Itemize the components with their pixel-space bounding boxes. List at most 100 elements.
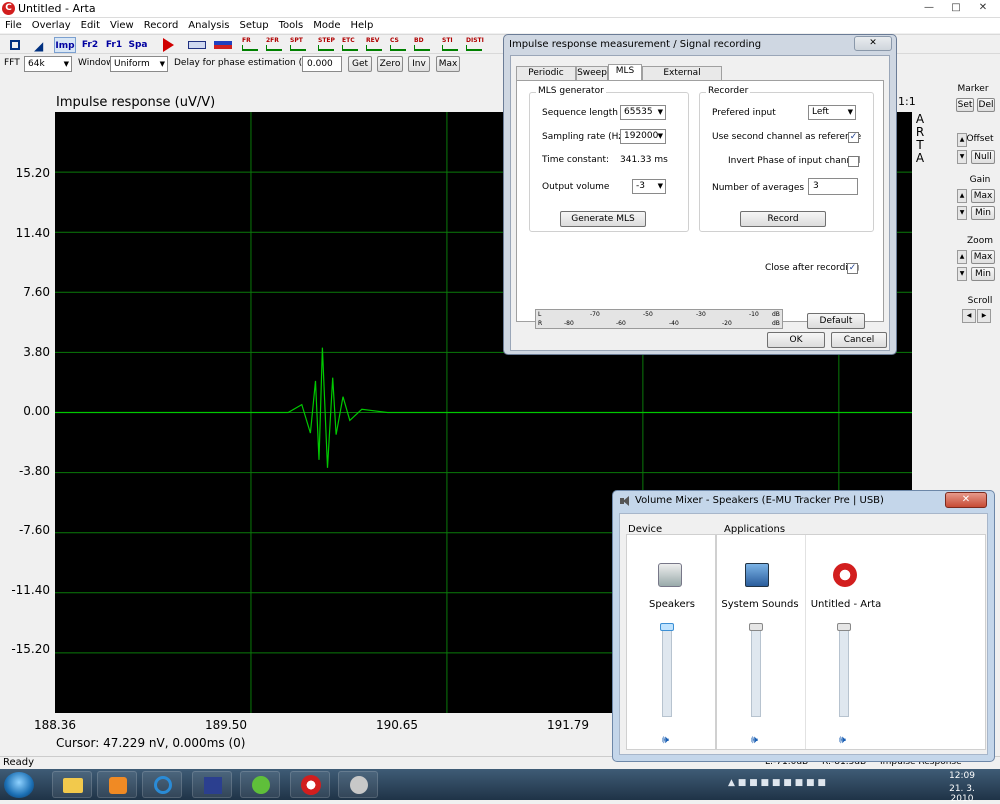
y-tick-label: -7.60 xyxy=(18,523,50,537)
scroll-left-icon[interactable]: ◀ xyxy=(962,309,976,323)
fr2-button[interactable]: Fr2 xyxy=(80,37,100,53)
marker-del-button[interactable]: Del xyxy=(977,98,995,112)
gain-max-button[interactable]: Max xyxy=(971,189,995,203)
etc-icon[interactable]: ETC xyxy=(340,37,360,53)
marker-set-button[interactable]: Set xyxy=(956,98,974,112)
offset-down-icon[interactable]: ▼ xyxy=(957,150,967,164)
fft-label: FFT xyxy=(4,58,20,68)
record-level-icon[interactable] xyxy=(212,37,234,53)
zoom-max-button[interactable]: Max xyxy=(971,250,995,264)
mixer-close-button[interactable]: ✕ xyxy=(945,492,987,508)
menu-analysis[interactable]: Analysis xyxy=(183,18,234,33)
ok-button[interactable]: OK xyxy=(767,332,825,348)
fr-icon[interactable]: FR xyxy=(240,37,260,53)
menu-tools[interactable]: Tools xyxy=(274,18,309,33)
zoom-min-button[interactable]: Min xyxy=(971,267,995,281)
start-button[interactable] xyxy=(4,772,34,798)
menu-help[interactable]: Help xyxy=(346,18,379,33)
tab-external-excitation[interactable]: External excitation xyxy=(642,66,722,91)
close-button[interactable]: ✕ xyxy=(970,0,996,17)
x-tick-label: 189.50 xyxy=(205,718,247,732)
gain-up-icon[interactable]: ▲ xyxy=(957,189,967,203)
inv-button[interactable]: Inv xyxy=(408,56,430,72)
offset-up-icon[interactable]: ▲ xyxy=(957,133,967,147)
zoom-down-icon[interactable]: ▼ xyxy=(957,267,967,281)
icq-icon[interactable] xyxy=(240,771,280,798)
output-volume-select[interactable]: -3 ▼ xyxy=(632,179,666,194)
second-channel-checkbox[interactable]: ✓ xyxy=(848,132,859,143)
maximize-button[interactable]: □ xyxy=(943,0,969,17)
explorer-icon[interactable] xyxy=(52,771,92,798)
get-button[interactable]: Get xyxy=(348,56,372,72)
spt-icon[interactable]: SPT xyxy=(288,37,308,53)
zoom-up-icon[interactable]: ▲ xyxy=(957,250,967,264)
arta-volume-thumb[interactable] xyxy=(837,623,851,631)
step-icon[interactable]: STEP xyxy=(316,37,336,53)
gain-min-button[interactable]: Min xyxy=(971,206,995,220)
fft-select[interactable]: 64k ▼ xyxy=(24,56,72,72)
menu-mode[interactable]: Mode xyxy=(308,18,345,33)
averages-input[interactable]: 3 xyxy=(808,178,858,195)
tab-periodic-noise[interactable]: Periodic Noise xyxy=(516,66,576,91)
meter-tick: -60 xyxy=(616,320,626,327)
speakers-volume-track[interactable] xyxy=(662,625,672,717)
sampling-rate-select[interactable]: 192000 ▼ xyxy=(620,129,666,144)
arta-volume-track[interactable] xyxy=(839,625,849,717)
null-button[interactable]: Null xyxy=(971,150,995,164)
fr1-button[interactable]: Fr1 xyxy=(104,37,124,53)
cursor-icon[interactable]: ◢ xyxy=(28,37,48,53)
dialog-close-button[interactable]: ✕ xyxy=(854,36,892,51)
invert-phase-checkbox[interactable] xyxy=(848,156,859,167)
arta-taskbar-icon[interactable] xyxy=(290,771,330,798)
tab-sweep[interactable]: Sweep xyxy=(576,66,608,80)
max-button[interactable]: Max xyxy=(436,56,460,72)
plot-title: Impulse response (uV/V) xyxy=(56,95,216,110)
system-sounds-volume-thumb[interactable] xyxy=(749,623,763,631)
clock-time[interactable]: 12:09 xyxy=(937,771,987,781)
gain-down-icon[interactable]: ▼ xyxy=(957,206,967,220)
close-after-recording-checkbox[interactable]: ✓ xyxy=(847,263,858,274)
zero-button[interactable]: Zero xyxy=(377,56,403,72)
clock-date[interactable]: 21. 3. 2010 xyxy=(937,784,987,804)
default-button[interactable]: Default xyxy=(807,313,865,329)
rev-icon[interactable]: REV xyxy=(364,37,384,53)
menu-file[interactable]: File xyxy=(0,18,27,33)
mute-icon[interactable]: 🕪 xyxy=(751,733,758,747)
internet-explorer-icon[interactable] xyxy=(142,771,182,798)
menu-overlay[interactable]: Overlay xyxy=(27,18,76,33)
2fr-icon[interactable]: 2FR xyxy=(264,37,284,53)
mute-icon[interactable]: 🕪 xyxy=(839,733,846,747)
cancel-button[interactable]: Cancel xyxy=(831,332,887,348)
arta-app-icon[interactable]: C xyxy=(2,2,15,15)
delay-input[interactable]: 0.000 xyxy=(302,56,342,72)
imp-button[interactable]: Imp xyxy=(54,37,76,53)
menu-edit[interactable]: Edit xyxy=(76,18,105,33)
system-sounds-volume-track[interactable] xyxy=(751,625,761,717)
media-player-icon[interactable] xyxy=(97,771,137,798)
record-button[interactable]: Record xyxy=(740,211,826,227)
save-disk-icon[interactable] xyxy=(192,771,232,798)
menu-setup[interactable]: Setup xyxy=(235,18,274,33)
sti-icon[interactable]: STI xyxy=(440,37,460,53)
volume-mixer-taskbar-icon[interactable] xyxy=(338,771,378,798)
disti-icon[interactable]: DISTI xyxy=(464,37,484,53)
tab-mls[interactable]: MLS xyxy=(608,64,642,81)
time-constant-value: 341.33 ms xyxy=(620,155,668,165)
window-select[interactable]: Uniform ▼ xyxy=(110,56,168,72)
preferred-input-select[interactable]: Left ▼ xyxy=(808,105,856,120)
gain-label: Gain xyxy=(969,175,991,185)
menu-record[interactable]: Record xyxy=(139,18,184,33)
scroll-right-icon[interactable]: ▶ xyxy=(977,309,991,323)
generate-mls-button[interactable]: Generate MLS xyxy=(560,211,646,227)
bd-icon[interactable]: BD xyxy=(412,37,432,53)
mute-icon[interactable]: 🕪 xyxy=(662,733,669,747)
menu-view[interactable]: View xyxy=(105,18,139,33)
speakers-volume-thumb[interactable] xyxy=(660,623,674,631)
minimize-button[interactable]: — xyxy=(916,0,942,17)
generator-icon[interactable] xyxy=(186,37,208,53)
cs-icon[interactable]: CS xyxy=(388,37,408,53)
sequence-length-select[interactable]: 65535 ▼ xyxy=(620,105,666,120)
spa-button[interactable]: Spa xyxy=(128,37,148,53)
play-icon[interactable] xyxy=(158,37,178,53)
new-icon[interactable] xyxy=(6,37,26,53)
